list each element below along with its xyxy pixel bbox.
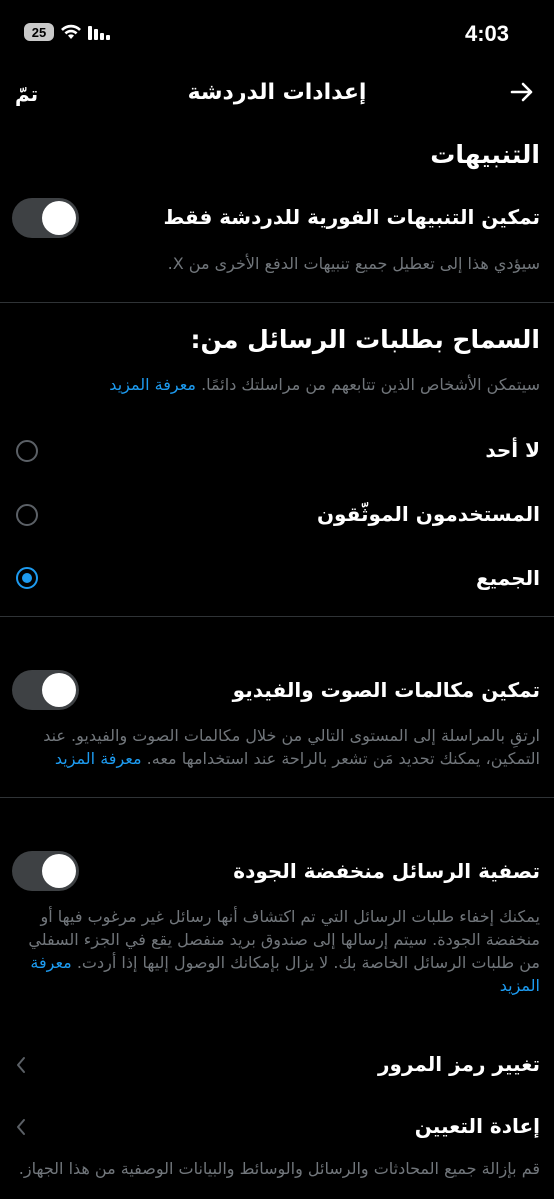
calls-description: ارتقِ بالمراسلة إلى المستوى التالي من خل… xyxy=(14,724,540,770)
divider xyxy=(0,616,554,617)
option-no-one-label: لا أحد xyxy=(485,438,540,462)
option-everyone-radio[interactable] xyxy=(16,567,38,589)
reset-label: إعادة التعيين xyxy=(414,1114,540,1138)
filter-toggle-label: تصفية الرسائل منخفضة الجودة xyxy=(233,859,540,883)
filter-description: يمكنك إخفاء طلبات الرسائل التي تم اكتشاف… xyxy=(14,905,540,997)
back-arrow-icon[interactable] xyxy=(508,78,536,106)
chevron-left-icon xyxy=(17,1119,25,1135)
message-requests-heading: السماح بطلبات الرسائل من: xyxy=(190,325,541,354)
divider xyxy=(0,797,554,798)
notifications-heading: التنبيهات xyxy=(430,140,540,169)
change-passcode-row[interactable]: تغيير رمز المرور xyxy=(0,1040,554,1090)
status-time: 4:03 xyxy=(464,21,509,46)
push-toggle-label: تمكين التنبيهات الفورية للدردشة فقط xyxy=(163,205,540,229)
learn-more-link[interactable]: معرفة المزيد xyxy=(109,375,196,394)
toggle-knob xyxy=(42,854,76,888)
option-verified-radio[interactable] xyxy=(16,504,38,526)
reset-description: قم بإزالة جميع المحادثات والرسائل والوسا… xyxy=(18,1159,540,1178)
message-requests-desc-text: سيتمكن الأشخاص الذين تتابعهم من مراسلتك … xyxy=(201,375,540,394)
learn-more-link[interactable]: معرفة المزيد xyxy=(55,749,142,768)
toggle-knob xyxy=(42,673,76,707)
chevron-left-icon xyxy=(17,1057,25,1073)
option-everyone-label: الجميع xyxy=(475,566,540,590)
signal-icon xyxy=(88,26,110,40)
option-no-one-radio[interactable] xyxy=(16,440,38,462)
toggle-knob xyxy=(42,201,76,235)
option-verified-label: المستخدمون الموثّقون xyxy=(316,502,540,526)
battery-icon: 25 xyxy=(24,23,54,41)
battery-level: 25 xyxy=(31,24,47,40)
reset-row[interactable]: إعادة التعيين xyxy=(0,1104,554,1154)
wifi-icon xyxy=(61,24,81,39)
divider xyxy=(0,302,554,303)
calls-toggle-label: تمكين مكالمات الصوت والفيديو xyxy=(232,678,540,702)
page-title: إعدادات الدردشة xyxy=(187,80,367,105)
message-requests-description: سيتمكن الأشخاص الذين تتابعهم من مراسلتك … xyxy=(14,373,540,396)
push-toggle-description: سيؤدي هذا إلى تعطيل جميع تنبيهات الدفع ا… xyxy=(167,254,540,273)
filter-desc-text: يمكنك إخفاء طلبات الرسائل التي تم اكتشاف… xyxy=(28,907,540,972)
push-notifications-toggle[interactable] xyxy=(12,198,79,238)
status-icons: 25 xyxy=(24,23,112,41)
calls-toggle[interactable] xyxy=(12,670,79,710)
change-passcode-label: تغيير رمز المرور xyxy=(378,1052,540,1076)
filter-low-quality-toggle[interactable] xyxy=(12,851,79,891)
